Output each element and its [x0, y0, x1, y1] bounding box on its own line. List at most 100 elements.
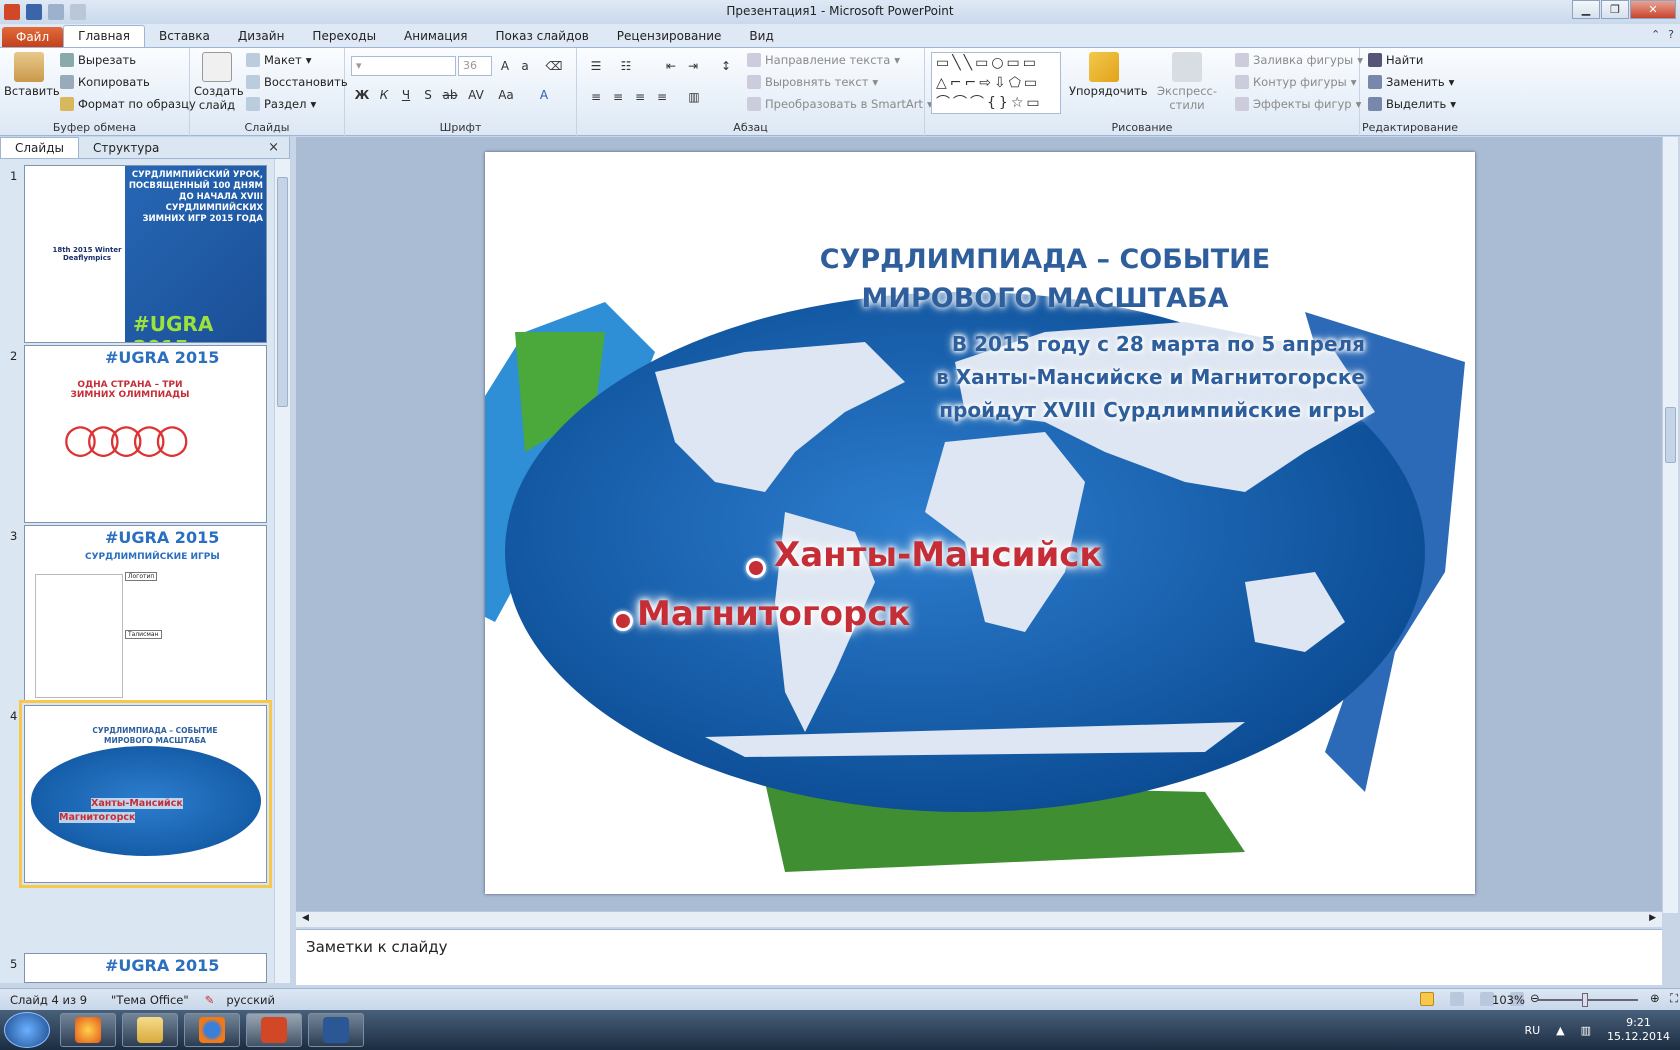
slide-thumbnail-4[interactable]: СУРДЛИМПИАДА – СОБЫТИЕ МИРОВОГО МАСШТАБА… — [19, 700, 272, 888]
tab-insert[interactable]: Вставка — [145, 26, 224, 47]
align-right-icon[interactable]: ≡ — [631, 88, 649, 106]
format-painter-button[interactable]: Формат по образцу — [60, 97, 196, 111]
help-icon[interactable]: ? — [1668, 28, 1674, 41]
tab-slideshow[interactable]: Показ слайдов — [482, 26, 603, 47]
taskbar-firefox[interactable] — [184, 1013, 240, 1047]
slide-subtitle[interactable]: В 2015 году с 28 марта по 5 апреля в Хан… — [865, 328, 1365, 427]
fit-slide-icon[interactable]: ⛶ — [1670, 991, 1678, 1006]
text-direction-button[interactable]: Направление текста ▾ — [747, 53, 900, 67]
line-spacing-icon[interactable]: ↕ — [717, 57, 735, 75]
spellcheck-icon[interactable]: ✎ — [205, 993, 215, 1007]
align-text-button[interactable]: Выровнять текст ▾ — [747, 75, 878, 89]
minimize-ribbon-icon[interactable]: ⌃ — [1651, 28, 1660, 41]
shadow-icon[interactable]: S — [419, 86, 437, 104]
italic-icon[interactable]: К — [375, 86, 393, 104]
tab-view[interactable]: Вид — [735, 26, 787, 47]
underline-icon[interactable]: Ч — [397, 86, 415, 104]
find-button[interactable]: Найти — [1368, 53, 1423, 67]
powerpoint-app-icon[interactable] — [4, 4, 20, 20]
tab-transitions[interactable]: Переходы — [298, 26, 390, 47]
slide-sorter-icon[interactable] — [1450, 992, 1464, 1006]
section-button[interactable]: Раздел ▾ — [246, 97, 316, 111]
zoom-slider-thumb[interactable] — [1582, 993, 1588, 1007]
panel-scrollbar-thumb[interactable] — [277, 177, 288, 407]
editor-hscrollbar[interactable]: ◀ ▶ — [296, 911, 1662, 927]
shapes-gallery[interactable]: ▭╲╲▭○▭▭ △⌐⌐⇨⇩⬠▭ ⌒⌒⌒{}☆▭ — [931, 52, 1061, 114]
align-center-icon[interactable]: ≡ — [609, 88, 627, 106]
editor-scrollbar-thumb[interactable] — [1665, 407, 1676, 463]
decrease-indent-icon[interactable]: ⇤ — [662, 57, 680, 75]
align-left-icon[interactable]: ≡ — [587, 88, 605, 106]
strikethrough-icon[interactable]: ab — [441, 86, 459, 104]
editor-scrollbar[interactable] — [1662, 137, 1678, 913]
smartart-button[interactable]: Преобразовать в SmartArt ▾ — [747, 97, 933, 111]
arrange-button[interactable]: Упорядочить — [1069, 52, 1148, 98]
justify-icon[interactable]: ≡ — [653, 88, 671, 106]
close-panel-icon[interactable]: × — [268, 140, 279, 155]
slide-title[interactable]: СУРДЛИМПИАДА – СОБЫТИЕ МИРОВОГО МАСШТАБА — [785, 240, 1305, 318]
cut-button[interactable]: Вырезать — [60, 53, 136, 67]
taskbar-firefox-orange[interactable] — [60, 1013, 116, 1047]
tab-review[interactable]: Рецензирование — [603, 26, 736, 47]
reset-button[interactable]: Восстановить — [246, 75, 348, 89]
shape-effects-button[interactable]: Эффекты фигур ▾ — [1235, 97, 1361, 111]
slide-thumbnail-3[interactable]: #UGRA 2015 СУРДЛИМПИЙСКИЕ ИГРЫ Логотип Т… — [24, 525, 267, 703]
change-case-icon[interactable]: Aa — [497, 86, 515, 104]
clear-format-icon[interactable]: ⌫ — [545, 57, 563, 75]
numbering-icon[interactable]: ☷ — [617, 57, 635, 75]
start-button[interactable] — [4, 1012, 50, 1048]
taskbar-powerpoint[interactable] — [246, 1013, 302, 1047]
undo-icon[interactable] — [48, 4, 64, 20]
tab-file[interactable]: Файл — [2, 27, 64, 47]
shrink-font-icon[interactable]: a — [516, 57, 534, 75]
shape-outline-button[interactable]: Контур фигуры ▾ — [1235, 75, 1357, 89]
zoom-level[interactable]: 103% — [1492, 993, 1525, 1007]
slide-thumbnail-2[interactable]: #UGRA 2015 ОДНА СТРАНА – ТРИ ЗИМНИХ ОЛИМ… — [24, 345, 267, 523]
maximize-button[interactable]: ❐ — [1601, 0, 1629, 19]
taskbar-explorer[interactable] — [122, 1013, 178, 1047]
scroll-right-icon[interactable]: ▶ — [1649, 913, 1656, 923]
panel-scrollbar[interactable] — [274, 159, 290, 983]
tab-slides[interactable]: Слайды — [0, 137, 79, 158]
font-size-select[interactable]: 36 — [458, 56, 492, 76]
slide-canvas[interactable]: СУРДЛИМПИАДА – СОБЫТИЕ МИРОВОГО МАСШТАБА… — [485, 152, 1475, 894]
tab-home[interactable]: Главная — [63, 25, 145, 47]
copy-button[interactable]: Копировать — [60, 75, 150, 89]
layout-button[interactable]: Макет ▾ — [246, 53, 311, 67]
select-button[interactable]: Выделить ▾ — [1368, 97, 1456, 111]
network-icon[interactable]: ▥ — [1581, 1024, 1591, 1037]
city-label-khanty-mansiysk[interactable]: Ханты-Мансийск — [774, 535, 1103, 575]
save-icon[interactable] — [26, 4, 42, 20]
zoom-out-icon[interactable]: ⊖ — [1530, 991, 1540, 1005]
quick-styles-button[interactable]: Экспресс-стили — [1145, 52, 1229, 112]
columns-icon[interactable]: ▥ — [685, 88, 703, 106]
bullets-icon[interactable]: ☰ — [587, 57, 605, 75]
minimize-button[interactable]: ▁ — [1572, 0, 1600, 19]
normal-view-icon[interactable] — [1420, 992, 1434, 1006]
clock[interactable]: 9:21 15.12.2014 — [1607, 1016, 1670, 1044]
close-button[interactable]: ✕ — [1630, 0, 1676, 19]
spacing-icon[interactable]: AV — [467, 86, 485, 104]
language-indicator[interactable]: русский — [226, 993, 275, 1007]
slide-thumbnail-5[interactable]: #UGRA 2015 — [24, 953, 267, 983]
slide-thumbnail-1[interactable]: 18th 2015 Winter Deaflympics СУРДЛИМПИЙС… — [24, 165, 267, 343]
tab-outline[interactable]: Структура — [79, 138, 173, 158]
scroll-left-icon[interactable]: ◀ — [302, 913, 309, 923]
tray-arrow-icon[interactable]: ▲ — [1556, 1024, 1564, 1037]
replace-button[interactable]: Заменить ▾ — [1368, 75, 1454, 89]
paste-button[interactable]: Вставить — [4, 52, 60, 98]
tab-design[interactable]: Дизайн — [224, 26, 299, 47]
city-label-magnitogorsk[interactable]: Магнитогорск — [637, 594, 911, 634]
zoom-slider[interactable] — [1538, 999, 1638, 1001]
bold-icon[interactable]: Ж — [353, 86, 371, 104]
theme-name[interactable]: "Тема Office" — [111, 993, 189, 1007]
new-slide-button[interactable]: Создать слайд — [194, 52, 244, 112]
grow-font-icon[interactable]: A — [496, 57, 514, 75]
taskbar-word[interactable] — [308, 1013, 364, 1047]
zoom-in-icon[interactable]: ⊕ — [1650, 991, 1660, 1005]
font-family-select[interactable]: ▾ — [351, 56, 456, 76]
font-color-icon[interactable]: A — [535, 86, 553, 104]
increase-indent-icon[interactable]: ⇥ — [684, 57, 702, 75]
tab-animations[interactable]: Анимация — [390, 26, 481, 47]
notes-pane[interactable]: Заметки к слайду — [296, 929, 1662, 985]
